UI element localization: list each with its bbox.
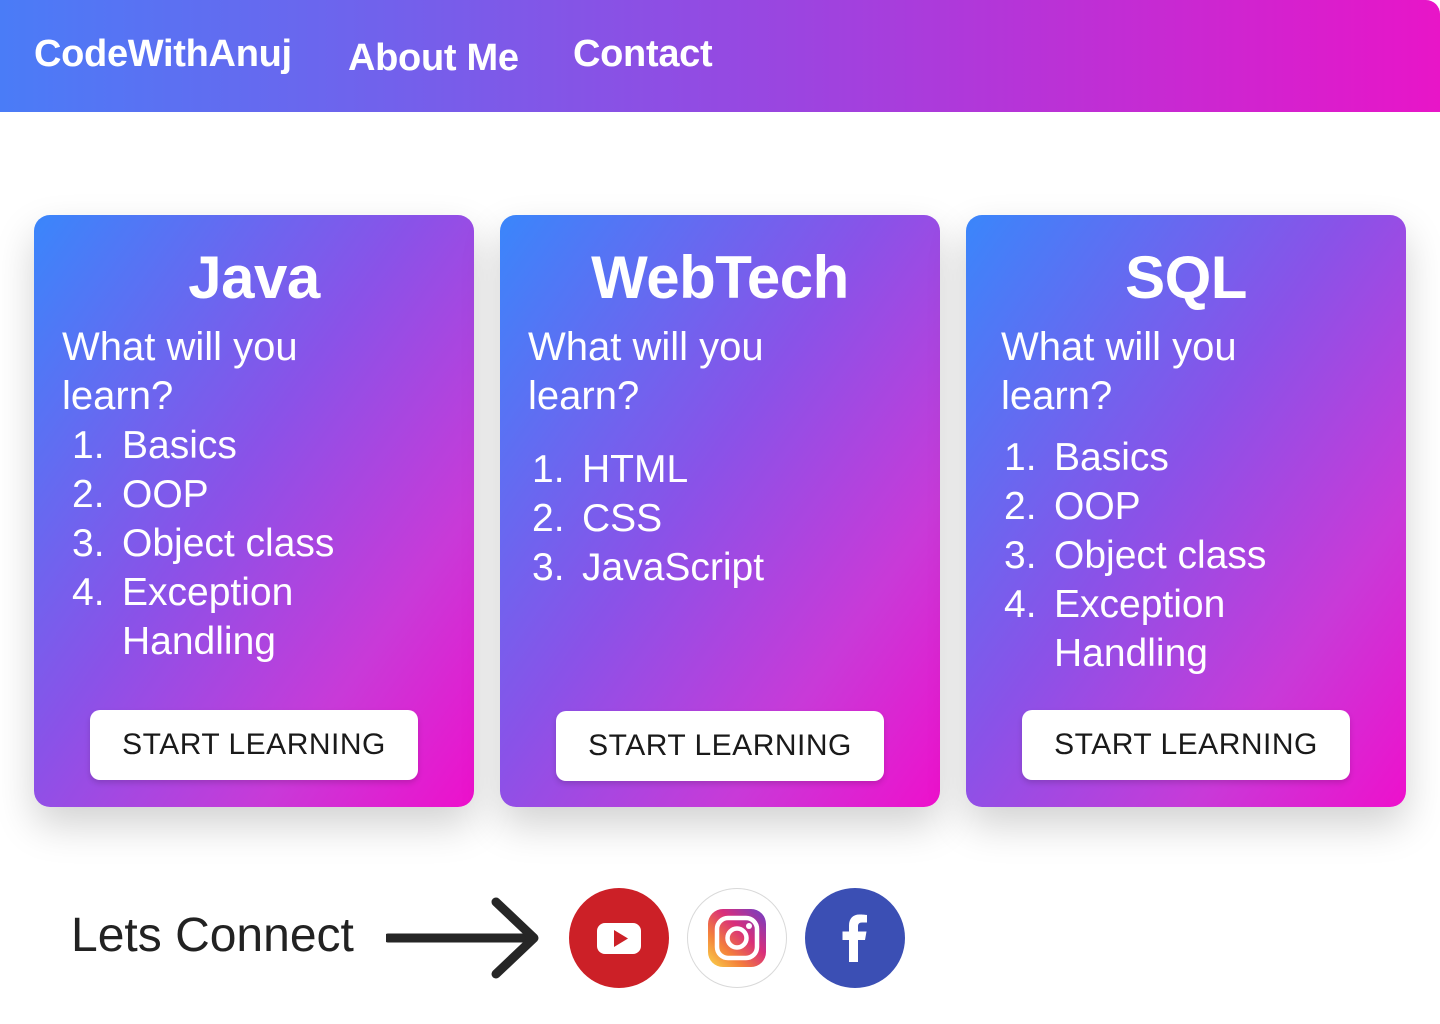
course-card-sql: SQL What will you learn? 1. Basics 2. OOP …: [966, 215, 1406, 807]
topic-item: 1. HTML: [532, 445, 882, 494]
topic-number: 1.: [72, 424, 105, 467]
nav-link-about[interactable]: About Me: [348, 37, 519, 80]
topic-item: 2. OOP: [1004, 482, 1354, 531]
topic-number: 2.: [532, 497, 565, 540]
topic-number: 3.: [72, 522, 105, 565]
topic-text: CSS: [582, 497, 663, 540]
topic-item: 4. Exception Handling: [1004, 580, 1354, 678]
navbar: CodeWithAnuj About Me Contact: [0, 0, 1440, 112]
start-learning-button[interactable]: START LEARNING: [1022, 710, 1350, 780]
topic-text: JavaScript: [582, 546, 765, 589]
topic-text: Basics: [1054, 436, 1169, 479]
card-subtitle: What will you learn?: [1001, 325, 1237, 418]
topic-number: 3.: [1004, 534, 1037, 577]
lets-connect-label: Lets Connect: [71, 909, 354, 962]
facebook-icon: [842, 914, 867, 962]
topic-item: 2. CSS: [532, 494, 882, 543]
topic-number: 1.: [532, 448, 565, 491]
instagram-icon: [708, 909, 766, 967]
topic-number: 1.: [1004, 436, 1037, 479]
nav-link-contact[interactable]: Contact: [573, 33, 713, 76]
topic-number: 4.: [1004, 583, 1037, 626]
topic-list: 1. Basics 2. OOP 3. Object class 4. Exceptio…: [72, 421, 422, 666]
topic-number: 2.: [72, 473, 105, 516]
topic-item: 1. Basics: [72, 421, 422, 470]
card-title: SQL: [1125, 244, 1247, 311]
card-subtitle: What will you learn?: [62, 325, 298, 418]
topic-list: 1. HTML 2. CSS 3. JavaScript: [532, 445, 882, 592]
topic-item: 3. Object class: [72, 519, 422, 568]
topic-number: 4.: [72, 571, 105, 614]
brand-link[interactable]: CodeWithAnuj: [34, 33, 292, 76]
arrow-right-icon: [386, 897, 539, 979]
instagram-link[interactable]: [687, 888, 787, 988]
topic-item: 3. Object class: [1004, 531, 1354, 580]
topic-item: 3. JavaScript: [532, 543, 882, 592]
topic-item: 1. Basics: [1004, 433, 1354, 482]
topic-text: Object class: [1054, 534, 1267, 577]
youtube-icon: [597, 923, 641, 954]
card-subtitle: What will you learn?: [528, 325, 764, 418]
topic-text: Basics: [122, 424, 237, 467]
card-title: Java: [188, 244, 320, 311]
topic-text: OOP: [122, 473, 209, 516]
youtube-link[interactable]: [569, 888, 669, 988]
card-title: WebTech: [591, 244, 849, 311]
start-learning-button[interactable]: START LEARNING: [556, 711, 884, 781]
topic-item: 2. OOP: [72, 470, 422, 519]
topic-text: HTML: [582, 448, 689, 491]
topic-text: OOP: [1054, 485, 1141, 528]
topic-list: 1. Basics 2. OOP 3. Object class 4. Exceptio…: [1004, 433, 1354, 678]
course-card-webtech: WebTech What will you learn? 1. HTML 2. CS…: [500, 215, 940, 807]
topic-item: 4. Exception Handling: [72, 568, 422, 666]
topic-text: Object class: [122, 522, 335, 565]
start-learning-button[interactable]: START LEARNING: [90, 710, 418, 780]
topic-number: 2.: [1004, 485, 1037, 528]
topic-text: Exception Handling: [1054, 583, 1226, 675]
facebook-link[interactable]: [805, 888, 905, 988]
course-card-java: Java What will you learn? 1. Basics 2. OOP…: [34, 215, 474, 807]
topic-number: 3.: [532, 546, 565, 589]
topic-text: Exception Handling: [122, 571, 294, 663]
